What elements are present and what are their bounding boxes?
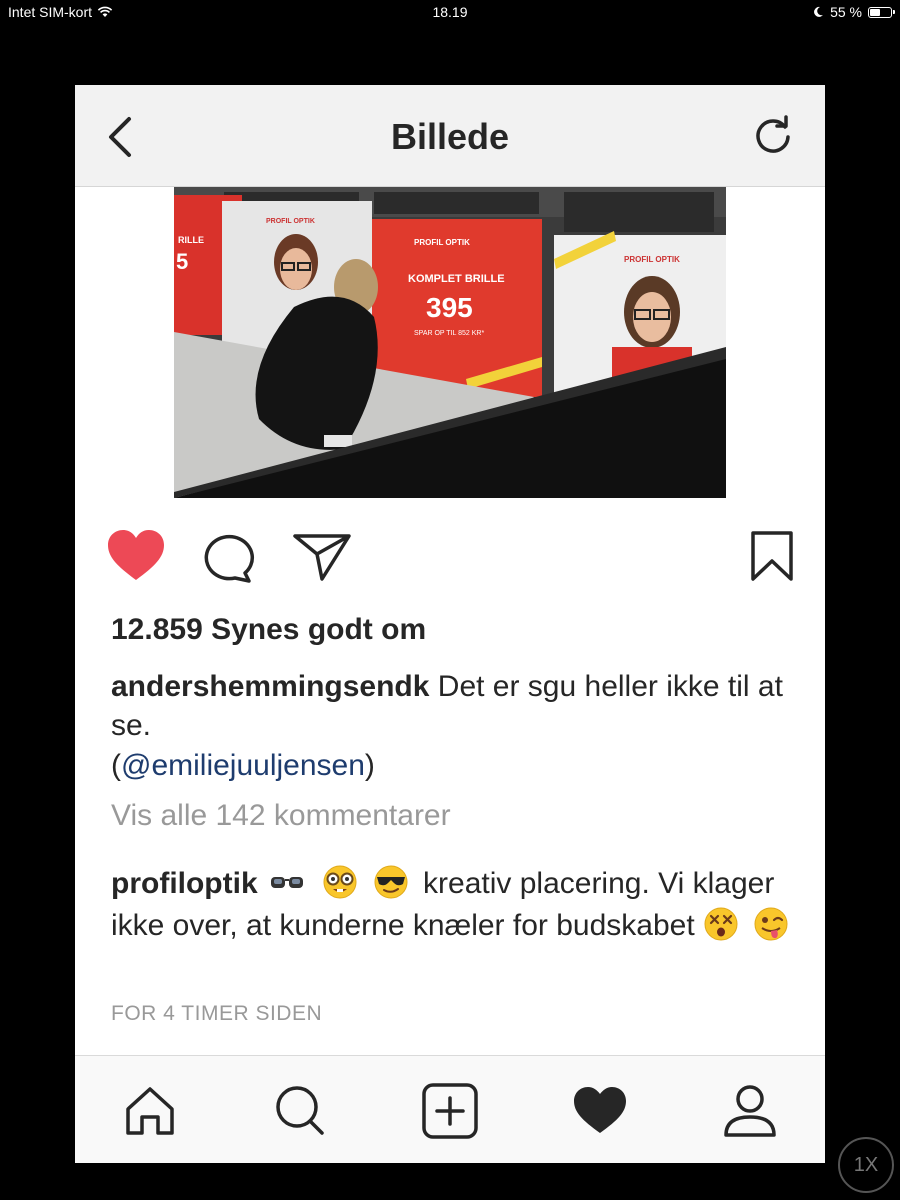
refresh-icon[interactable] — [751, 113, 795, 157]
svg-text:KOMPLET BRILLE: KOMPLET BRILLE — [408, 273, 505, 285]
moon-icon — [814, 6, 824, 17]
comment-username[interactable]: profiloptik — [111, 867, 258, 900]
clock: 18.19 — [432, 4, 468, 20]
battery-icon — [868, 6, 895, 18]
post-caption: andershemmingsendk Det er sgu heller ikk… — [111, 667, 801, 745]
mention-link[interactable]: @emiliejuuljensen — [121, 749, 365, 782]
svg-text:PROFIL OPTIK: PROFIL OPTIK — [266, 218, 315, 225]
caption-mention-line: (@emiliejuuljensen) — [111, 746, 375, 785]
search-icon[interactable] — [272, 1083, 328, 1139]
svg-text:SPAR OP TIL 852 KR*: SPAR OP TIL 852 KR* — [414, 330, 484, 337]
like-heart-icon[interactable] — [105, 528, 167, 584]
nerd-face-emoji-icon — [323, 865, 357, 899]
mention-close-paren: ) — [364, 749, 375, 782]
svg-text:PROFIL OPTIK: PROFIL OPTIK — [414, 238, 470, 247]
comment-item: profiloptik kreativ placering. Vi klager… — [111, 863, 801, 947]
bookmark-icon[interactable] — [749, 530, 795, 582]
page-title: Billede — [390, 116, 510, 157]
subway-ad-scene: RILLE 5 PROFIL OPTIK PROFIL OPTIK KOMPLE… — [174, 187, 726, 498]
add-post-icon[interactable] — [422, 1083, 478, 1139]
post-timestamp: FOR 4 TIMER SIDEN — [111, 1002, 323, 1025]
svg-text:PROFIL OPTIK: PROFIL OPTIK — [624, 255, 680, 264]
share-send-icon[interactable] — [292, 531, 352, 583]
battery-percent: 55 % — [830, 4, 862, 20]
app-screen: Billede RILLE 5 PROFIL OPTIK PROFIL OPTI… — [75, 85, 825, 1163]
svg-text:5: 5 — [176, 249, 188, 274]
activity-heart-icon[interactable] — [572, 1083, 628, 1139]
likes-count[interactable]: 12.859 Synes godt om — [111, 613, 426, 647]
navigation-bar: Billede — [75, 85, 825, 187]
caption-username[interactable]: andershemmingsendk — [111, 670, 429, 703]
post-photo[interactable]: RILLE 5 PROFIL OPTIK PROFIL OPTIK KOMPLE… — [174, 187, 726, 498]
status-bar: Intet SIM-kort 18.19 55 % — [0, 0, 900, 24]
dizzy-face-emoji-icon — [704, 907, 738, 941]
tab-bar — [75, 1055, 825, 1163]
view-all-comments-link[interactable]: Vis alle 142 kommentarer — [111, 799, 451, 833]
home-icon[interactable] — [122, 1083, 178, 1139]
svg-text:RILLE: RILLE — [178, 235, 204, 245]
svg-text:395: 395 — [426, 292, 473, 323]
profile-icon[interactable] — [722, 1083, 778, 1139]
glasses-emoji-icon — [271, 877, 303, 889]
zoom-button[interactable]: 1X — [838, 1137, 894, 1193]
sunglasses-face-emoji-icon — [374, 865, 408, 899]
winking-tongue-face-emoji-icon — [754, 907, 788, 941]
comment-bubble-icon[interactable] — [201, 531, 257, 583]
mention-open-paren: ( — [111, 749, 121, 782]
